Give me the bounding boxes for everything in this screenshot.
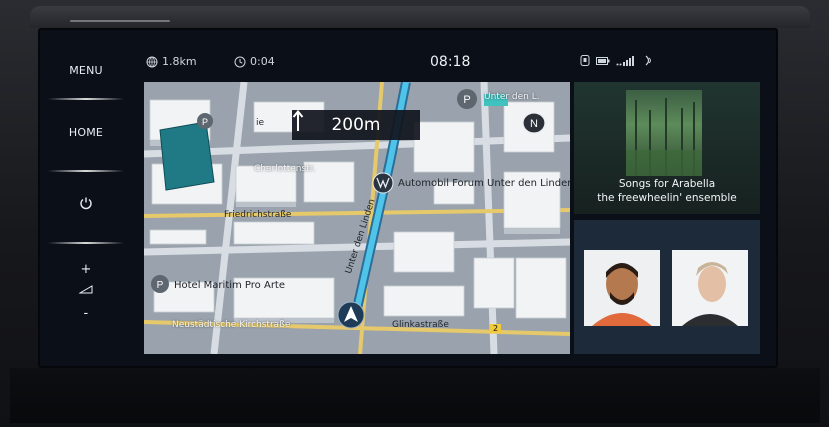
volume-up-button[interactable]: + bbox=[40, 262, 132, 277]
turn-distance: 200m bbox=[331, 115, 381, 135]
battery-icon bbox=[596, 56, 610, 65]
street-label: Glinkastraße bbox=[392, 320, 449, 330]
vehicle-position-icon bbox=[337, 301, 365, 329]
compass-north-icon[interactable]: N bbox=[522, 112, 546, 134]
vw-logo-icon[interactable] bbox=[372, 172, 394, 194]
street-label: ie bbox=[256, 118, 265, 128]
signal-strength-icon bbox=[616, 55, 634, 66]
street-label: Neustädtische Kirchstraße bbox=[172, 320, 291, 330]
svg-text:P: P bbox=[463, 94, 470, 106]
forest-artwork bbox=[626, 98, 702, 176]
divider bbox=[48, 98, 124, 100]
home-button[interactable]: HOME bbox=[40, 126, 132, 139]
globe-icon bbox=[146, 56, 158, 67]
volume-icon bbox=[78, 285, 93, 294]
side-button-panel: MENU HOME + - bbox=[40, 34, 132, 364]
volume-icon-button bbox=[40, 284, 132, 297]
clock: 08:18 bbox=[430, 54, 471, 70]
power-button[interactable] bbox=[40, 196, 132, 213]
remaining-time-indicator: 0:04 bbox=[234, 55, 275, 68]
distance-indicator: 1.8km bbox=[146, 55, 197, 68]
status-bar: 1.8km 0:04 08:18 bbox=[140, 52, 770, 74]
distance-value: 1.8km bbox=[162, 55, 197, 68]
poi-label: Unter den L. bbox=[484, 92, 540, 102]
bezel-glare bbox=[70, 20, 170, 22]
street-label: Friedrichstraße bbox=[224, 210, 292, 220]
contact-avatar[interactable] bbox=[584, 250, 660, 326]
favorites-tile[interactable] bbox=[574, 220, 760, 354]
bezel-top-trim bbox=[30, 6, 810, 28]
divider bbox=[48, 170, 124, 172]
turn-instruction-banner: 200m bbox=[292, 110, 420, 140]
svg-text:N: N bbox=[530, 118, 538, 130]
route-number-badge: 2 bbox=[490, 324, 502, 333]
svg-text:P: P bbox=[202, 117, 208, 127]
arrow-up-icon bbox=[292, 110, 304, 131]
bezel-bottom bbox=[10, 368, 820, 423]
poi-label: Automobil Forum Unter den Linden bbox=[398, 178, 570, 189]
remaining-time-value: 0:04 bbox=[250, 55, 275, 68]
status-icons bbox=[580, 55, 654, 66]
poi-label: Hotel Maritim Pro Arte bbox=[174, 280, 286, 291]
album-cover bbox=[626, 90, 702, 176]
parking-icon[interactable]: P bbox=[456, 88, 478, 110]
svg-text:P: P bbox=[157, 280, 164, 291]
person-portrait bbox=[672, 250, 748, 326]
parking-icon[interactable]: P bbox=[196, 112, 214, 130]
power-icon bbox=[80, 197, 92, 210]
parking-icon[interactable]: P bbox=[150, 274, 170, 294]
track-artist: the freewheelin' ensemble bbox=[597, 192, 737, 204]
voice-icon bbox=[645, 55, 651, 66]
contact-avatar[interactable] bbox=[672, 250, 748, 326]
clock-icon bbox=[234, 56, 246, 67]
phone-icon bbox=[580, 55, 590, 66]
menu-button[interactable]: MENU bbox=[40, 64, 132, 77]
divider bbox=[48, 242, 124, 244]
volume-down-button[interactable]: - bbox=[40, 306, 132, 321]
navigation-map[interactable]: 200m P P P N ie Charlottenstr. Friedrich… bbox=[144, 82, 570, 354]
person-portrait bbox=[584, 250, 660, 326]
media-tile[interactable]: Songs for Arabella the freewheelin' ense… bbox=[574, 82, 760, 214]
track-title: Songs for Arabella bbox=[618, 178, 716, 190]
street-label: Charlottenstr. bbox=[254, 164, 316, 174]
